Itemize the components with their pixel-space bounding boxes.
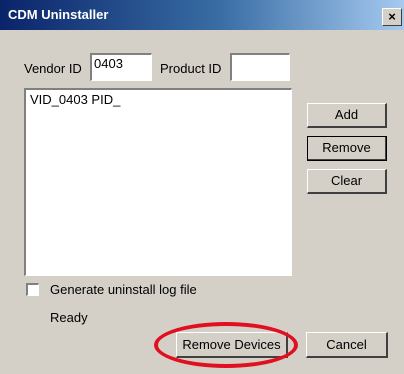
add-button[interactable]: Add: [307, 103, 387, 128]
log-file-label: Generate uninstall log file: [50, 282, 197, 297]
device-list[interactable]: VID_0403 PID_: [24, 88, 292, 276]
title-bar: CDM Uninstaller ×: [0, 0, 404, 30]
product-id-label: Product ID: [160, 61, 222, 76]
cancel-button[interactable]: Cancel: [306, 332, 388, 358]
vendor-id-label: Vendor ID: [24, 61, 82, 76]
list-item[interactable]: VID_0403 PID_: [26, 90, 291, 109]
uninstaller-dialog: CDM Uninstaller × Vendor ID 0403 Product…: [0, 0, 404, 374]
remove-devices-button[interactable]: Remove Devices: [176, 332, 288, 358]
log-file-checkbox[interactable]: [26, 283, 39, 296]
remove-button[interactable]: Remove: [307, 136, 387, 161]
product-id-field[interactable]: [230, 53, 290, 81]
window-title: CDM Uninstaller: [8, 7, 109, 22]
status-text: Ready: [50, 310, 88, 325]
close-icon: ×: [388, 9, 396, 24]
close-button[interactable]: ×: [382, 8, 402, 26]
clear-button[interactable]: Clear: [307, 169, 387, 194]
vendor-id-field[interactable]: 0403: [90, 53, 152, 81]
